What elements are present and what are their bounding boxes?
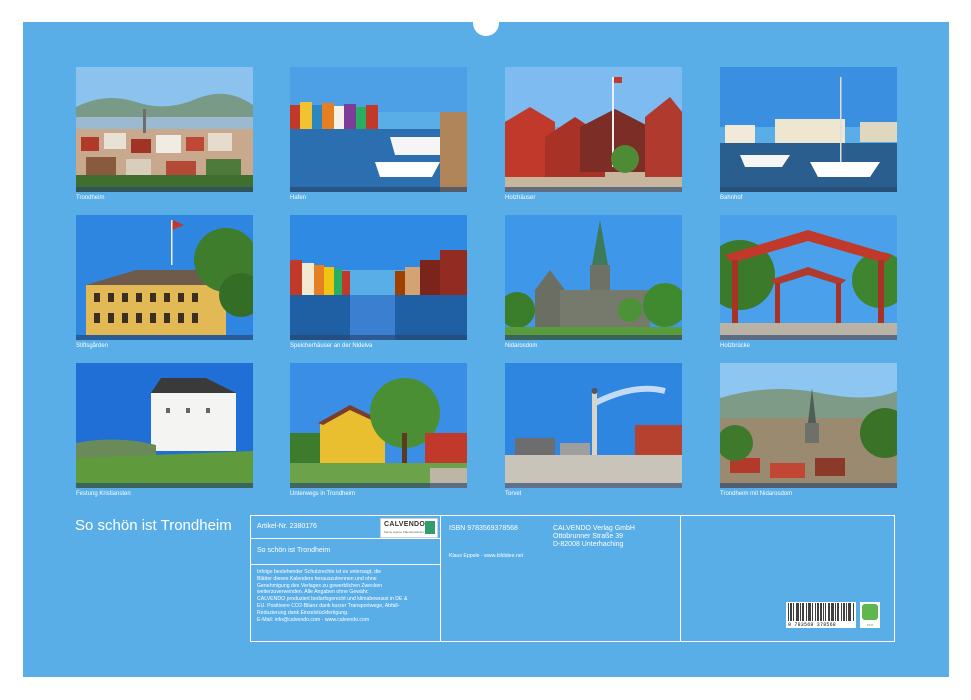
legal-line: weiterzuverwenden. Alle Angaben ohne Gew…	[257, 589, 369, 596]
calvendo-logo: CALVENDO Meine eigene Kalenderedition	[380, 518, 438, 538]
hanger-notch	[473, 8, 499, 36]
legal-line: CALVENDO produziert bedarfsgerecht und k…	[257, 596, 408, 603]
divider	[251, 564, 440, 565]
square-image	[505, 363, 682, 488]
legal-line: Blätter dieses Kalenders herauszutrennen…	[257, 575, 377, 582]
date-strip	[76, 483, 253, 488]
wooden-houses-image	[505, 67, 682, 192]
leaf-icon	[862, 604, 878, 620]
photo-caption: Nidarosdom	[505, 343, 538, 349]
date-strip	[505, 335, 682, 340]
date-strip	[505, 483, 682, 488]
photo-caption: Unterwegs in Trondheim	[290, 491, 356, 497]
legal-line: E-Mail: info@calvendo.com · www.calvendo…	[257, 616, 370, 623]
trondheim-city-image	[76, 67, 253, 192]
harbour-image	[290, 67, 467, 192]
photo-caption: Trondheim	[76, 195, 105, 201]
article-number: Artikel-Nr. 2380176	[257, 523, 317, 530]
cathedral-image	[505, 215, 682, 340]
logo-tagline: Meine eigene Kalenderedition	[384, 530, 424, 534]
date-strip	[290, 335, 467, 340]
publisher-city: D-82008 Unterhaching	[553, 541, 624, 548]
publisher-info-panel: Artikel-Nr. 2380176 CALVENDO Meine eigen…	[250, 515, 895, 642]
divider	[680, 516, 681, 641]
logo-wordmark: CALVENDO	[384, 521, 426, 528]
date-strip	[720, 483, 897, 488]
photo-caption: Speicherhäuser an der Nidelva	[290, 343, 373, 349]
legal-text: Infolge bestehender Schutzrechte ist es …	[257, 569, 439, 623]
date-strip	[76, 335, 253, 340]
isbn-barcode: 9 783569 378568	[786, 602, 856, 628]
publisher-name: CALVENDO Verlag GmbH	[553, 525, 635, 532]
photo-trondheim	[76, 67, 253, 192]
logo-icon	[425, 521, 435, 534]
photo-speicherhaeuser	[290, 215, 467, 340]
photo-bahnhof	[720, 67, 897, 192]
eco-badge: eco	[860, 602, 880, 628]
calendar-title: So schön ist Trondheim	[75, 517, 232, 534]
info-title: So schön ist Trondheim	[257, 547, 331, 554]
wooden-bridge-image	[720, 215, 897, 340]
photo-nidarosdom	[505, 215, 682, 340]
warehouses-river-image	[290, 215, 467, 340]
legal-line: Infolge bestehender Schutzrechte ist es …	[257, 569, 382, 575]
photo-hafen	[290, 67, 467, 192]
date-strip	[720, 335, 897, 340]
photo-torvet	[505, 363, 682, 488]
photo-caption: Holzbrücke	[720, 343, 751, 349]
photo-stiftsgaarden	[76, 215, 253, 340]
date-strip	[290, 483, 467, 488]
photo-festung	[76, 363, 253, 488]
date-strip	[290, 187, 467, 192]
photo-caption: Torvet	[505, 491, 522, 497]
fortress-image	[76, 363, 253, 488]
photo-caption: Trondheim mit Nidarosdom	[720, 491, 793, 497]
street-image	[290, 363, 467, 488]
publisher-street: Ottobrunner Straße 39	[553, 533, 624, 540]
stiftsgaarden-image	[76, 215, 253, 340]
photo-caption: Hafen	[290, 195, 307, 201]
photo-caption: Bahnhof	[720, 195, 743, 201]
legal-line: EU. Positivere CO2-Bilanz dank kurzer Tr…	[257, 602, 400, 609]
photo-holzbruecke	[720, 215, 897, 340]
eco-label: eco	[866, 622, 874, 627]
city-cathedral-image	[720, 363, 897, 488]
legal-line: Reduzierung dank Einzelstückfertigung.	[257, 609, 349, 616]
photo-trondheim-nidarosdom	[720, 363, 897, 488]
photo-caption: Festung Kristiansten	[76, 491, 131, 497]
photo-holzhaeuser	[505, 67, 682, 192]
photo-caption: Holzhäuser	[505, 195, 536, 201]
photo-unterwegs	[290, 363, 467, 488]
legal-line: Genehmigung des Verlages zu gewerblichen…	[257, 582, 383, 589]
date-strip	[76, 187, 253, 192]
date-strip	[505, 187, 682, 192]
station-harbour-image	[720, 67, 897, 192]
date-strip	[720, 187, 897, 192]
divider	[440, 516, 441, 641]
barcode-number: 9 783569 378568	[788, 622, 837, 628]
divider	[251, 538, 440, 539]
isbn: ISBN 9783569378568	[449, 525, 518, 532]
author-credit: Klaus Eppele · www.bildidee.net	[449, 553, 524, 559]
barcode-bars	[788, 603, 854, 621]
photo-caption: Stiftsgården	[76, 343, 109, 349]
